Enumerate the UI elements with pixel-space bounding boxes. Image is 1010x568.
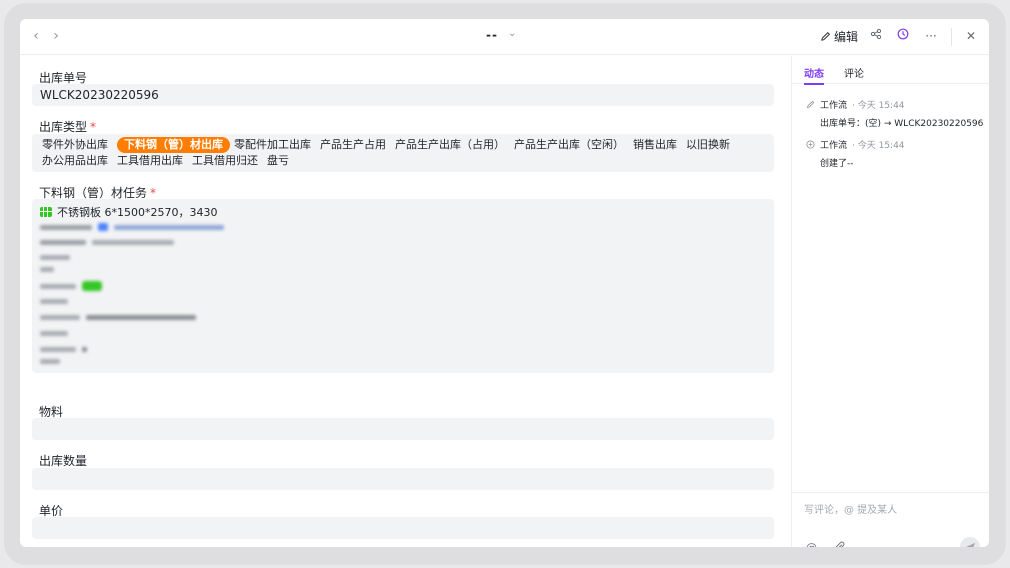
out-type-option[interactable]: 产品生产出库（空闲） bbox=[514, 137, 624, 153]
edit-icon bbox=[806, 100, 815, 109]
pencil-icon bbox=[821, 32, 830, 41]
material-field[interactable] bbox=[32, 418, 774, 440]
tab-comments[interactable]: 评论 bbox=[844, 65, 864, 80]
attachment-icon[interactable] bbox=[834, 541, 845, 547]
quantity-label: 出库数量 bbox=[39, 454, 88, 468]
unit-price-field[interactable] bbox=[32, 517, 774, 539]
activity-time: · 今天 15:44 bbox=[852, 141, 905, 151]
out-type-field: 零件外协出库 下料钢（管）材出库 零配件加工出库 产品生产占用 产品生产出库（占用） 产品… bbox=[32, 134, 774, 172]
tab-activity[interactable]: 动态 bbox=[804, 65, 824, 80]
out-type-option[interactable]: 盘亏 bbox=[267, 153, 289, 169]
out-type-options: 零件外协出库 下料钢（管）材出库 零配件加工出库 产品生产占用 产品生产出库（占用） 产品… bbox=[42, 137, 742, 169]
comment-composer: 写评论，@ 提及某人 @ bbox=[792, 492, 989, 547]
order-no-value: WLCK20230220596 bbox=[40, 88, 159, 102]
required-mark: * bbox=[90, 120, 97, 134]
comment-input[interactable]: 写评论，@ 提及某人 bbox=[804, 501, 897, 516]
top-bar: ‹ › -- ⌄ 编辑 ··· ✕ bbox=[20, 19, 989, 55]
out-type-option[interactable]: 下料钢（管）材出库 bbox=[117, 137, 230, 153]
activity-item: 工作流 · 今天 15:44 创建了-- bbox=[806, 138, 905, 169]
active-tab-indicator bbox=[804, 83, 824, 85]
out-type-option[interactable]: 工具借用出库 bbox=[117, 153, 183, 169]
record-window: ‹ › -- ⌄ 编辑 ··· ✕ 出库单号 WLCK20230220596 出… bbox=[20, 19, 989, 547]
blurred-row bbox=[40, 359, 60, 364]
blurred-row bbox=[40, 267, 54, 272]
blurred-row bbox=[40, 240, 174, 245]
record-form: 出库单号 WLCK20230220596 出库类型 * 零件外协出库 下料钢（管）材… bbox=[32, 56, 792, 547]
activity-item: 工作流 · 今天 15:44 出库单号：(空) → WLCK2023022059… bbox=[806, 98, 983, 129]
back-icon[interactable]: ‹ bbox=[28, 28, 44, 44]
quantity-field[interactable] bbox=[32, 468, 774, 490]
order-no-field[interactable]: WLCK20230220596 bbox=[32, 84, 774, 106]
send-icon bbox=[965, 542, 975, 547]
forward-icon[interactable]: › bbox=[48, 28, 64, 44]
out-type-option[interactable]: 零件外协出库 bbox=[42, 137, 108, 153]
blurred-row bbox=[40, 223, 224, 231]
edit-label: 编辑 bbox=[834, 30, 859, 44]
send-button[interactable] bbox=[960, 537, 980, 547]
out-type-option[interactable]: 以旧换新 bbox=[686, 137, 730, 153]
out-type-label-text: 出库类型 bbox=[39, 120, 88, 134]
panel-tabs: 动态 评论 bbox=[792, 56, 989, 85]
close-icon[interactable]: ✕ bbox=[963, 28, 979, 44]
activity-actor: 工作流 bbox=[820, 141, 848, 151]
create-icon bbox=[806, 140, 815, 149]
out-type-option[interactable]: 销售出库 bbox=[633, 137, 677, 153]
required-mark: * bbox=[150, 186, 157, 200]
more-icon[interactable]: ··· bbox=[923, 28, 939, 44]
edit-button[interactable]: 编辑 bbox=[820, 28, 858, 45]
toolbar-divider bbox=[951, 28, 952, 46]
cut-task-label-text: 下料钢（管）材任务 bbox=[39, 186, 148, 200]
cut-task-field[interactable]: 不锈钢板 6*1500*2570，3430 bbox=[32, 199, 774, 373]
activity-time: · 今天 15:44 bbox=[852, 101, 905, 111]
blurred-row bbox=[40, 315, 196, 320]
out-type-option[interactable]: 产品生产出库（占用） bbox=[395, 137, 505, 153]
blurred-row bbox=[40, 299, 68, 304]
mention-icon[interactable]: @ bbox=[806, 541, 817, 547]
out-type-label: 出库类型 * bbox=[39, 118, 96, 135]
blurred-row bbox=[40, 347, 87, 352]
out-type-option[interactable]: 办公用品出库 bbox=[42, 153, 108, 169]
blurred-row bbox=[40, 281, 102, 291]
blurred-row bbox=[40, 331, 68, 336]
out-type-option[interactable]: 产品生产占用 bbox=[320, 137, 386, 153]
linked-record-text: 不锈钢板 6*1500*2570，3430 bbox=[57, 206, 218, 219]
blurred-row bbox=[40, 255, 70, 260]
activity-actor: 工作流 bbox=[820, 101, 848, 111]
chevron-down-icon[interactable]: ⌄ bbox=[508, 28, 516, 39]
history-clock-icon[interactable] bbox=[895, 28, 911, 44]
out-type-option[interactable]: 工具借用归还 bbox=[192, 153, 258, 169]
out-type-option[interactable]: 零配件加工出库 bbox=[234, 137, 311, 153]
share-icon[interactable] bbox=[868, 28, 884, 44]
activity-detail: 出库单号：(空) → WLCK20230220596 bbox=[820, 119, 984, 129]
activity-panel: 动态 评论 工作流 · 今天 15:44 出库单号：(空) → WLCK2023… bbox=[791, 56, 989, 547]
table-grid-icon bbox=[40, 207, 52, 217]
activity-detail: 创建了-- bbox=[820, 159, 854, 169]
record-title[interactable]: -- bbox=[486, 28, 498, 42]
linked-record-title[interactable]: 不锈钢板 6*1500*2570，3430 bbox=[40, 204, 217, 220]
